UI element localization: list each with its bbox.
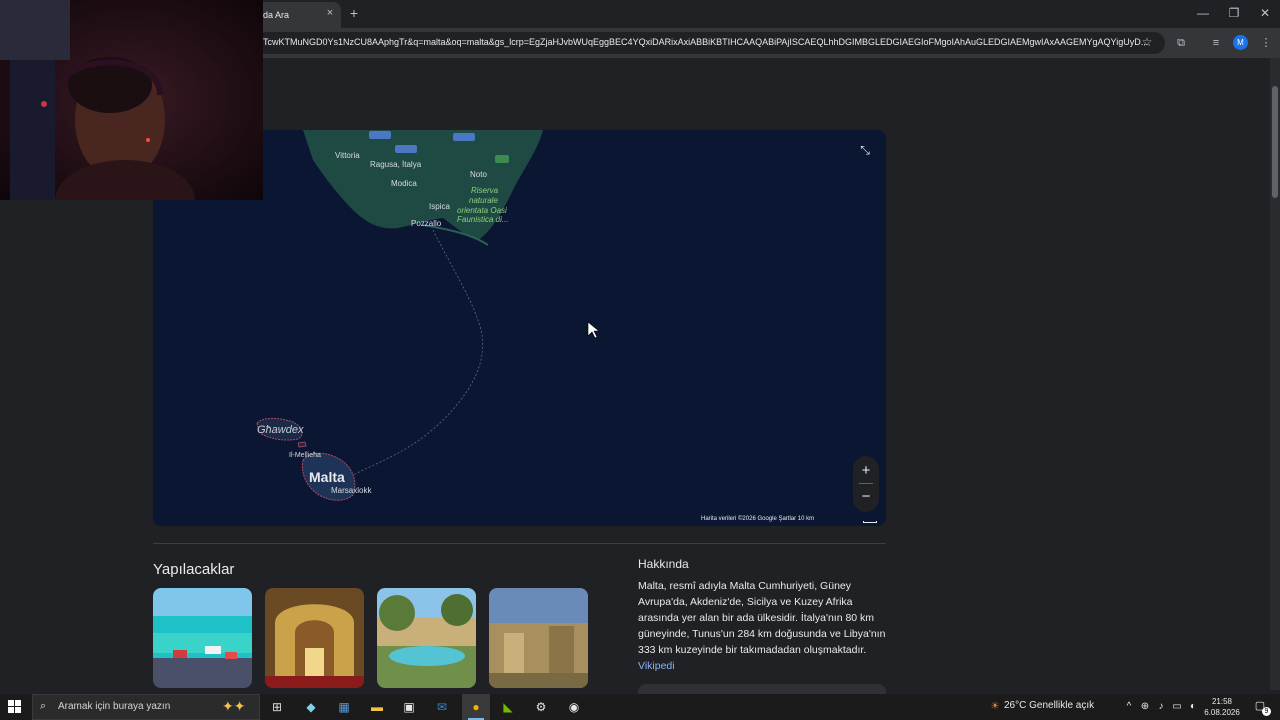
map-label: Pozzallo: [411, 219, 442, 228]
media-control-icon[interactable]: ≡: [1208, 35, 1224, 51]
outlook-icon[interactable]: ✉: [433, 698, 451, 716]
map-label: naturale: [469, 196, 498, 205]
profile-avatar[interactable]: M: [1233, 35, 1248, 50]
map-label: Noto: [470, 170, 487, 179]
close-window-button[interactable]: ✕: [1254, 4, 1276, 22]
map-label: Faunistica di...: [457, 215, 509, 224]
map-label-ghawdex: Għawdex: [257, 424, 304, 436]
wikipedia-link[interactable]: Vikipedi: [638, 660, 675, 672]
zoom-out-button[interactable]: −: [853, 486, 879, 508]
scrollbar-thumb[interactable]: [1272, 86, 1278, 198]
microphone-icon[interactable]: ♪: [1154, 700, 1168, 714]
comino-island: [297, 441, 307, 448]
notification-badge: 9: [1262, 707, 1271, 716]
copilot-sparkle-icon[interactable]: ✦✦: [222, 698, 252, 714]
fountain-image: [377, 588, 476, 688]
map-scale-bar: [863, 521, 877, 523]
todo-thumbnail-fountain[interactable]: [377, 588, 476, 688]
map-label: Marsaxlokk: [331, 486, 372, 495]
about-text: Malta, resmî adıyla Malta Cumhuriyeti, G…: [638, 580, 886, 656]
task-view-icon[interactable]: ⊞: [268, 698, 286, 716]
weather-text[interactable]: 26°C Genellikle açık: [1004, 700, 1094, 711]
bookmark-star-icon[interactable]: ☆: [1140, 35, 1154, 49]
lagoon-image: [153, 588, 252, 688]
new-tab-button[interactable]: +: [346, 5, 362, 21]
obs-icon[interactable]: ◉: [565, 698, 583, 716]
taskbar-search-placeholder: Aramak için buraya yazın: [58, 701, 171, 712]
about-heading: Hakkında: [638, 557, 689, 571]
settings-gear-icon[interactable]: ⚙: [532, 698, 550, 716]
minimize-button[interactable]: —: [1192, 4, 1214, 22]
tab-close-icon[interactable]: ×: [323, 6, 337, 20]
mouse-cursor: [587, 321, 600, 339]
calculator-icon[interactable]: ▦: [335, 698, 353, 716]
search-icon: ⌕: [40, 700, 47, 712]
file-explorer-icon[interactable]: ▬: [368, 698, 386, 716]
map-label: Modica: [391, 179, 417, 188]
road-badge: [369, 131, 391, 139]
volume-icon[interactable]: ◐: [1186, 700, 1200, 714]
widget-app-icon[interactable]: ◆: [302, 698, 320, 716]
map-label: Vittoria: [335, 151, 360, 160]
map-label: Il-Mellieħa: [289, 452, 321, 459]
restore-button[interactable]: ❐: [1223, 4, 1245, 22]
windows-start-icon[interactable]: [8, 700, 22, 714]
store-icon[interactable]: ▣: [400, 698, 418, 716]
church-image: [265, 588, 364, 688]
map-label-malta: Malta: [309, 469, 345, 485]
about-description: Malta, resmî adıyla Malta Cumhuriyeti, G…: [638, 578, 888, 674]
zoom-divider: [859, 483, 873, 484]
address-bar[interactable]: TcwKTMuNGD0Ys1NzCU8AAphgTr&q=malta&oq=ma…: [255, 32, 1165, 54]
clock-time: 21:58: [1211, 697, 1233, 706]
nvidia-icon[interactable]: ◣: [499, 698, 517, 716]
todo-thumbnail-church[interactable]: [265, 588, 364, 688]
tab-title: da Ara: [263, 10, 290, 20]
boundary-line: [352, 229, 484, 476]
map-label: orientata Oasi: [457, 206, 507, 215]
map-label: Ragusa, İtalya: [370, 160, 422, 169]
temple-image: [489, 588, 588, 688]
weather-icon[interactable]: ☀: [988, 700, 1002, 714]
road-badge: [453, 133, 475, 141]
chrome-icon[interactable]: ●: [467, 698, 485, 716]
zoom-in-button[interactable]: +: [853, 460, 879, 482]
clock-date: 6.08.2026: [1204, 708, 1240, 717]
taskbar-clock[interactable]: 21:58 6.08.2026: [1202, 696, 1242, 718]
zoom-controls: + −: [853, 456, 879, 512]
browser-menu-icon[interactable]: ⋮: [1258, 35, 1274, 51]
extensions-icon[interactable]: ⧉: [1173, 35, 1189, 51]
road-badge: [495, 155, 509, 163]
webcam-feed: [0, 0, 263, 200]
section-divider: [153, 543, 886, 544]
tray-expand-icon[interactable]: ^: [1122, 700, 1136, 714]
display-icon[interactable]: ▭: [1170, 700, 1184, 714]
road-badge: [395, 145, 417, 153]
webcam-overlay: [0, 0, 263, 200]
todo-thumbnail-lagoon[interactable]: [153, 588, 252, 688]
map-label: Riserva: [471, 186, 499, 195]
tray-network-icon[interactable]: ⊕: [1138, 700, 1152, 714]
exit-fullscreen-icon[interactable]: ⤡: [857, 142, 873, 158]
things-to-do-heading: Yapılacaklar: [153, 561, 235, 578]
map-label: Ispica: [429, 202, 450, 211]
todo-thumbnail-temple[interactable]: [489, 588, 588, 688]
map-attribution[interactable]: Harita verileri ©2026 Google Şartlar 10 …: [701, 516, 886, 526]
